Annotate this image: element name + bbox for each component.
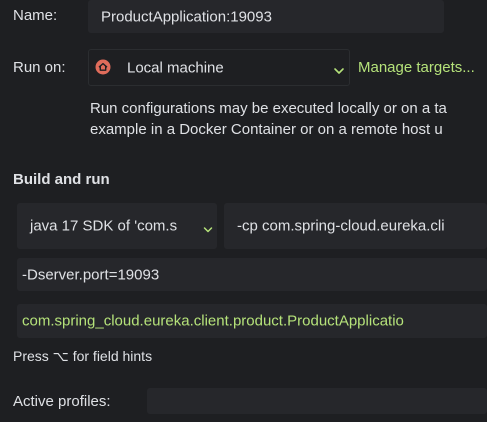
- run-on-target: Local machine: [127, 59, 224, 76]
- chevron-down-icon[interactable]: [203, 222, 213, 233]
- active-profiles-label: Active profiles:: [13, 393, 111, 410]
- main-class-field[interactable]: com.spring_cloud.eureka.client.product.P…: [17, 304, 487, 338]
- chevron-down-icon[interactable]: [333, 63, 345, 74]
- manage-targets-link[interactable]: Manage targets...: [358, 59, 475, 76]
- vm-options-field[interactable]: -Dserver.port=19093: [17, 258, 487, 291]
- run-on-label: Run on:: [13, 59, 66, 76]
- run-configuration-panel: Name: ProductApplication:19093 Run on: L…: [0, 0, 487, 422]
- run-on-dropdown[interactable]: Local machine: [88, 49, 350, 86]
- name-label: Name:: [13, 7, 58, 24]
- sdk-dropdown[interactable]: java 17 SDK of 'com.s: [17, 203, 217, 249]
- vm-options-value: -Dserver.port=19093: [22, 266, 160, 283]
- sdk-value: java 17 SDK of 'com.s: [30, 217, 178, 235]
- run-on-description: Run configurations may be executed local…: [90, 98, 447, 140]
- name-field[interactable]: ProductApplication:19093: [88, 0, 444, 33]
- main-class-value: com.spring_cloud.eureka.client.product.P…: [22, 312, 404, 330]
- run-on-description-line-2: example in a Docker Container or on a re…: [90, 121, 443, 138]
- name-value: ProductApplication:19093: [101, 8, 272, 25]
- classpath-field[interactable]: -cp com.spring-cloud.eureka.cli: [224, 203, 487, 249]
- build-and-run-title: Build and run: [13, 171, 110, 188]
- home-icon: [95, 59, 111, 75]
- run-on-description-line-1: Run configurations may be executed local…: [90, 100, 447, 117]
- classpath-value: -cp com.spring-cloud.eureka.cli: [237, 217, 445, 235]
- active-profiles-field[interactable]: [147, 388, 487, 414]
- field-hints-text: Press ⌥ for field hints: [13, 348, 153, 364]
